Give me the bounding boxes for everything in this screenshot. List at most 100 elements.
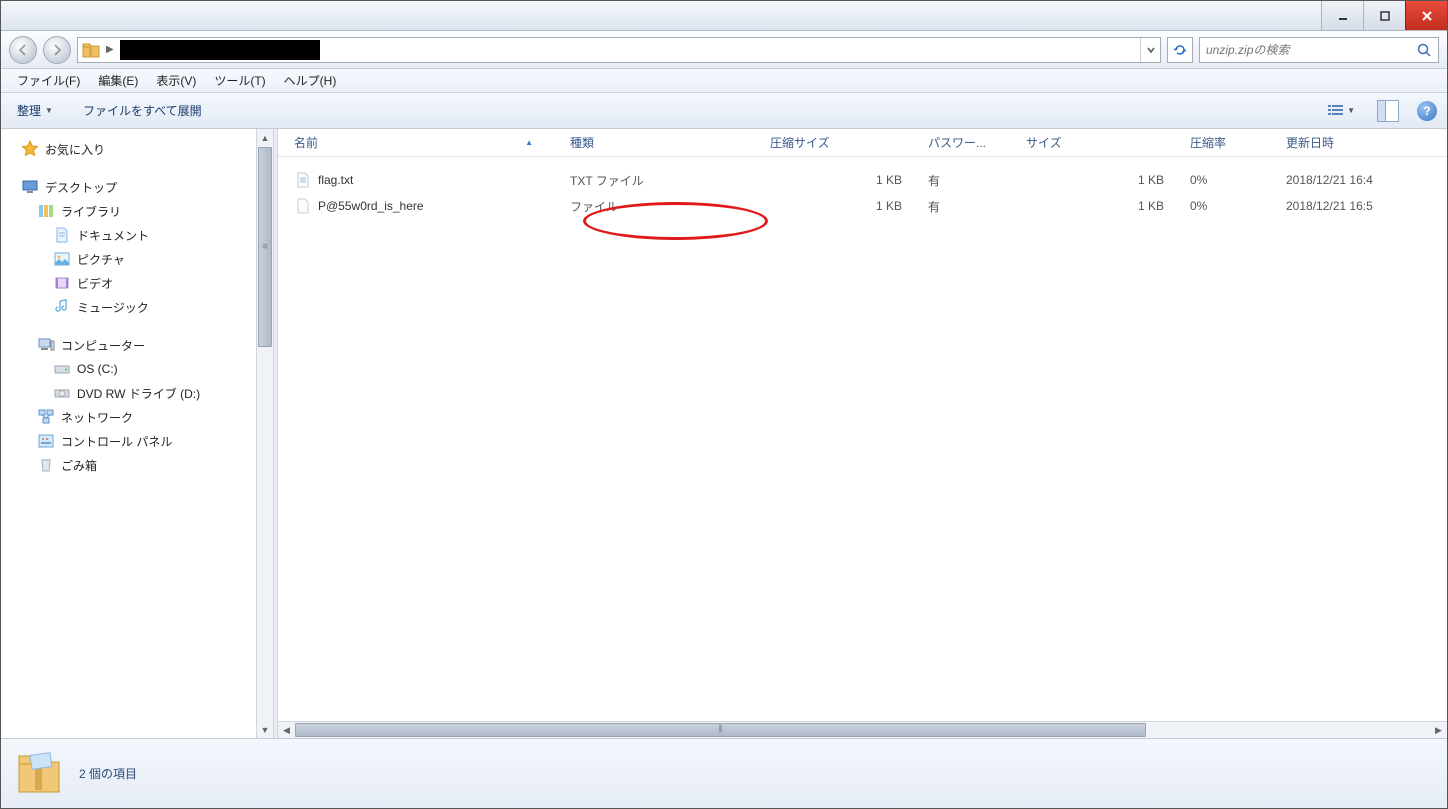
disk-icon [53, 360, 71, 378]
sidebar-item-pictures[interactable]: ピクチャ [1, 247, 273, 271]
minimize-icon [1336, 9, 1350, 23]
file-pw: 有 [920, 198, 1018, 215]
column-type[interactable]: 種類 [562, 134, 762, 151]
organize-label: 整理 [17, 102, 41, 119]
sidebar-item-favorites[interactable]: お気に入り [1, 137, 273, 161]
scroll-up-icon[interactable]: ▲ [257, 129, 273, 146]
horizontal-scrollbar[interactable]: ◀ ▶ [278, 721, 1447, 738]
help-button[interactable]: ? [1417, 101, 1437, 121]
recycle-bin-icon [37, 456, 55, 474]
address-dropdown-button[interactable] [1140, 38, 1160, 62]
sidebar-item-control-panel[interactable]: コントロール パネル [1, 429, 273, 453]
sidebar-label: ネットワーク [61, 409, 133, 426]
menu-edit[interactable]: 編集(E) [90, 69, 146, 92]
file-type: ファイル [562, 198, 762, 215]
sidebar-label: お気に入り [45, 141, 105, 158]
titlebar [1, 1, 1447, 31]
sidebar-item-dvd-d[interactable]: DVD RW ドライブ (D:) [1, 381, 273, 405]
file-csize: 1 KB [762, 173, 920, 187]
sidebar-item-documents[interactable]: ドキュメント [1, 223, 273, 247]
menu-tools[interactable]: ツール(T) [206, 69, 273, 92]
extract-all-button[interactable]: ファイルをすべて展開 [77, 98, 208, 123]
search-box[interactable] [1199, 37, 1439, 63]
file-type: TXT ファイル [562, 172, 762, 189]
search-input[interactable] [1206, 43, 1416, 57]
sidebar-item-libraries[interactable]: ライブラリ [1, 199, 273, 223]
menu-view[interactable]: 表示(V) [148, 69, 204, 92]
dropdown-triangle-icon: ▼ [45, 106, 53, 115]
file-date: 2018/12/21 16:5 [1278, 199, 1447, 213]
file-ratio: 0% [1182, 199, 1278, 213]
chevron-down-icon [1146, 45, 1156, 55]
status-text: 2 個の項目 [79, 765, 137, 782]
dvd-icon [53, 384, 71, 402]
scrollbar-thumb[interactable] [258, 147, 272, 347]
maximize-button[interactable] [1363, 1, 1405, 30]
column-password[interactable]: パスワー... [920, 134, 1018, 151]
sidebar-scrollbar[interactable]: ▲ ▼ [256, 129, 273, 738]
column-name[interactable]: 名前 ▲ [286, 134, 562, 151]
sidebar-item-recycle-bin[interactable]: ごみ箱 [1, 453, 273, 477]
sidebar-label: ドキュメント [77, 227, 149, 244]
scroll-right-icon[interactable]: ▶ [1430, 722, 1447, 738]
scroll-left-icon[interactable]: ◀ [278, 722, 295, 738]
sidebar-item-music[interactable]: ミュージック [1, 295, 273, 319]
menu-help[interactable]: ヘルプ(H) [276, 69, 345, 92]
file-row[interactable]: P@55w0rd_is_here ファイル 1 KB 有 1 KB 0% 201… [286, 193, 1447, 219]
toolbar: 整理 ▼ ファイルをすべて展開 ▼ ? [1, 93, 1447, 129]
sidebar-item-os-c[interactable]: OS (C:) [1, 357, 273, 381]
sidebar-item-computer[interactable]: コンピューター [1, 333, 273, 357]
sidebar-label: コンピューター [61, 337, 145, 354]
zip-folder-icon [82, 41, 100, 59]
close-button[interactable] [1405, 1, 1447, 30]
refresh-button[interactable] [1167, 37, 1193, 63]
scrollbar-track[interactable] [295, 722, 1430, 738]
menu-file[interactable]: ファイル(F) [9, 69, 88, 92]
search-icon [1416, 42, 1432, 58]
column-compressed-size[interactable]: 圧縮サイズ [762, 134, 920, 151]
file-row[interactable]: flag.txt TXT ファイル 1 KB 有 1 KB 0% 2018/12… [286, 167, 1447, 193]
scroll-down-icon[interactable]: ▼ [257, 721, 273, 738]
file-pw: 有 [920, 172, 1018, 189]
desktop-icon [21, 178, 39, 196]
column-ratio[interactable]: 圧縮率 [1182, 134, 1278, 151]
forward-button[interactable] [43, 36, 71, 64]
menubar: ファイル(F) 編集(E) 表示(V) ツール(T) ヘルプ(H) [1, 69, 1447, 93]
column-modified[interactable]: 更新日時 [1278, 134, 1447, 151]
documents-icon [53, 226, 71, 244]
sidebar-label: DVD RW ドライブ (D:) [77, 385, 200, 402]
main-area: お気に入り デスクトップ ライブラリ ドキュメント ピクチャ [1, 129, 1447, 738]
file-name: flag.txt [318, 173, 353, 187]
navbar: ▶ [1, 31, 1447, 69]
statusbar: 2 個の項目 [1, 738, 1447, 808]
network-icon [37, 408, 55, 426]
sidebar-label: ごみ箱 [61, 457, 97, 474]
sidebar-label: ピクチャ [77, 251, 125, 268]
sidebar-item-network[interactable]: ネットワーク [1, 405, 273, 429]
sidebar[interactable]: お気に入り デスクトップ ライブラリ ドキュメント ピクチャ [1, 129, 273, 738]
sidebar-label: OS (C:) [77, 362, 118, 376]
minimize-button[interactable] [1321, 1, 1363, 30]
organize-button[interactable]: 整理 ▼ [11, 98, 59, 123]
file-rows: flag.txt TXT ファイル 1 KB 有 1 KB 0% 2018/12… [278, 157, 1447, 721]
libraries-icon [37, 202, 55, 220]
file-date: 2018/12/21 16:4 [1278, 173, 1447, 187]
view-mode-button[interactable]: ▼ [1323, 99, 1359, 123]
star-icon [21, 140, 39, 158]
scrollbar-thumb[interactable] [295, 723, 1146, 737]
column-headers: 名前 ▲ 種類 圧縮サイズ パスワー... サイズ 圧縮率 更新日時 [278, 129, 1447, 157]
sort-ascending-icon: ▲ [525, 138, 533, 147]
dropdown-triangle-icon: ▼ [1347, 106, 1355, 115]
preview-pane-button[interactable] [1377, 100, 1399, 122]
generic-file-icon [294, 197, 312, 215]
address-bar[interactable]: ▶ [77, 37, 1161, 63]
close-icon [1420, 9, 1434, 23]
sidebar-item-desktop[interactable]: デスクトップ [1, 175, 273, 199]
column-size[interactable]: サイズ [1018, 134, 1182, 151]
sidebar-item-videos[interactable]: ビデオ [1, 271, 273, 295]
sidebar-label: コントロール パネル [61, 433, 172, 450]
file-name: P@55w0rd_is_here [318, 199, 424, 213]
file-size: 1 KB [1018, 199, 1182, 213]
back-button[interactable] [9, 36, 37, 64]
sidebar-label: デスクトップ [45, 179, 117, 196]
